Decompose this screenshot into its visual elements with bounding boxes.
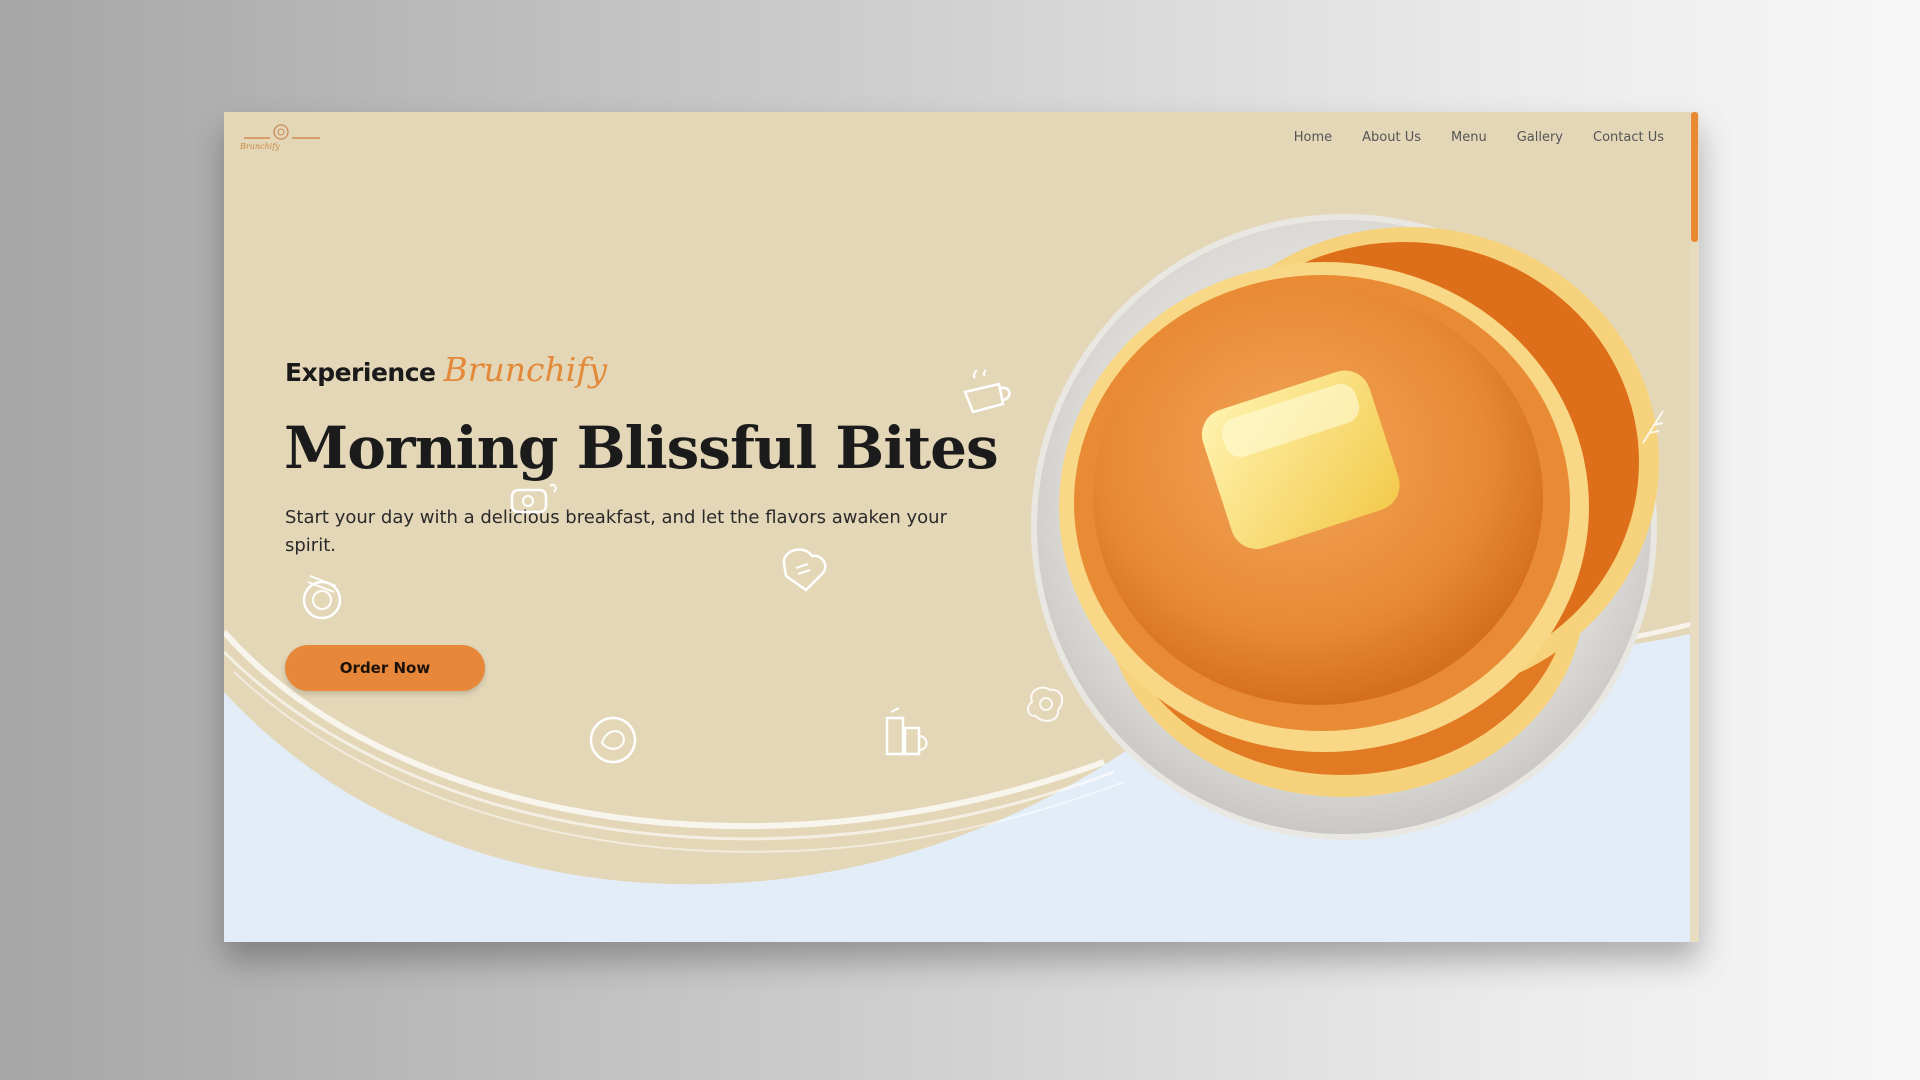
- fried-egg-icon: [589, 716, 637, 764]
- pancake-stack-image: [1031, 214, 1659, 840]
- scrollbar[interactable]: [1690, 112, 1699, 942]
- toast-icon: [782, 548, 827, 592]
- drinks-icon: [885, 707, 928, 756]
- browser-page: Brunchify Home About Us Menu Gallery Con…: [224, 112, 1699, 942]
- order-now-button[interactable]: Order Now: [285, 645, 485, 691]
- logo-text: Brunchify: [240, 142, 280, 151]
- main-nav: Home About Us Menu Gallery Contact Us: [1294, 130, 1664, 145]
- nav-about-us[interactable]: About Us: [1362, 130, 1421, 145]
- plate-icon: [302, 575, 342, 620]
- breakfast-plate-icon: [510, 483, 557, 514]
- scrollbar-thumb[interactable]: [1691, 112, 1698, 242]
- nav-gallery[interactable]: Gallery: [1517, 130, 1563, 145]
- nav-menu[interactable]: Menu: [1451, 130, 1487, 145]
- eyebrow-plain: Experience: [285, 358, 436, 387]
- eyebrow-script: Brunchify: [443, 350, 608, 389]
- hero-subtext: Start your day with a delicious breakfas…: [285, 507, 947, 556]
- nav-contact-us[interactable]: Contact Us: [1593, 130, 1664, 145]
- hero-eyebrow: Experience Brunchify: [285, 350, 607, 389]
- coffee-cup-icon: [963, 370, 1011, 414]
- hero-headline: Morning Blissful Bites: [284, 414, 999, 482]
- leaf-icon: [1642, 410, 1664, 444]
- nav-home[interactable]: Home: [1294, 130, 1332, 145]
